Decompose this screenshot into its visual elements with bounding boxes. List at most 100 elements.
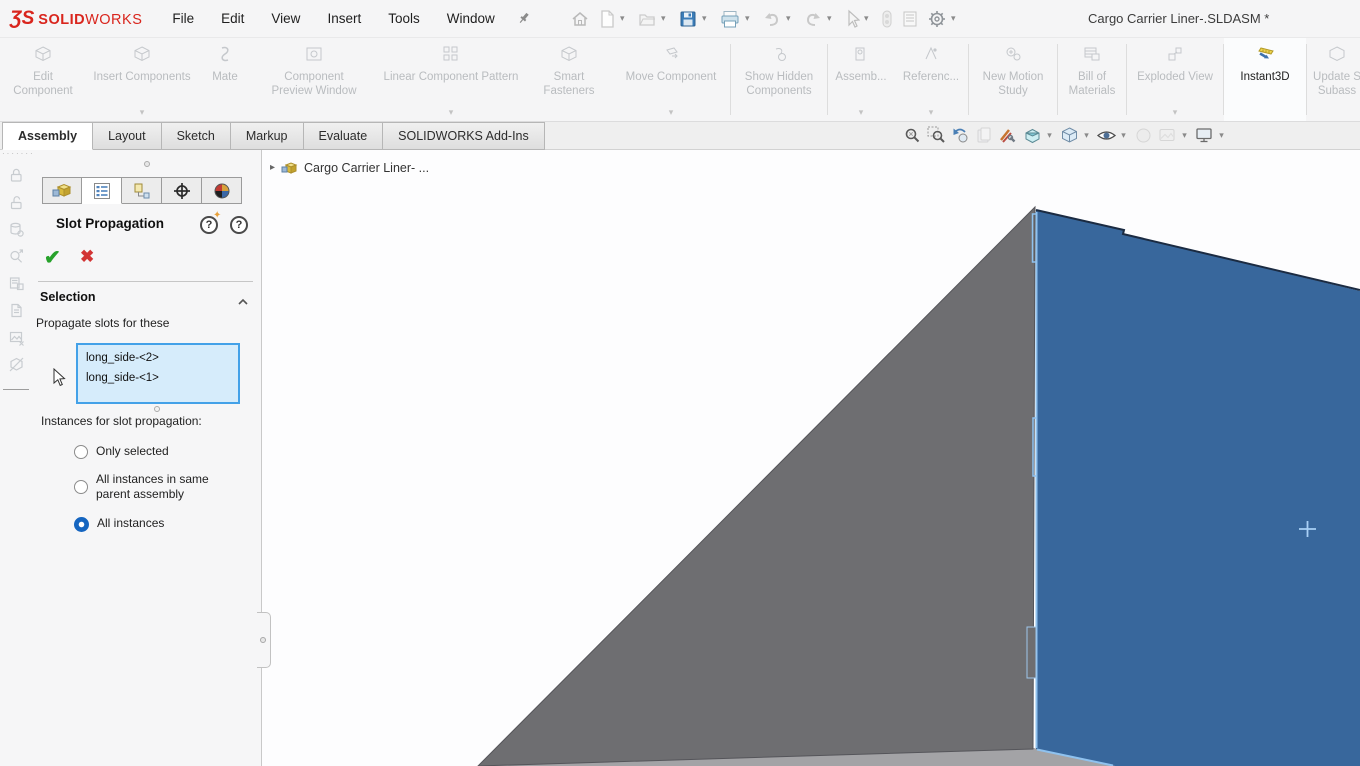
select-button[interactable]	[844, 9, 860, 29]
tab-solidworks-add-ins[interactable]: SOLIDWORKS Add-Ins	[383, 122, 545, 150]
lock-icon[interactable]	[8, 167, 25, 184]
radio-only-selected[interactable]: Only selected	[74, 444, 169, 459]
tab-sketch[interactable]: Sketch	[162, 122, 231, 150]
redo-button[interactable]	[803, 10, 823, 28]
model-selected-face-blue[interactable]	[1036, 210, 1360, 766]
menu-tools[interactable]: Tools	[388, 11, 420, 26]
display-style-button[interactable]	[1096, 125, 1117, 146]
ribbon-move-component[interactable]: Move Component ▾	[612, 38, 730, 121]
tab-feature-manager[interactable]	[42, 177, 82, 204]
ribbon-linear-component-pattern[interactable]: Linear Component Pattern ▾	[376, 38, 526, 121]
dropdown-arrow[interactable]: ▾	[449, 108, 454, 117]
3d-model-canvas[interactable]	[262, 150, 1360, 766]
unlock-icon[interactable]	[8, 194, 25, 211]
panel-resize-dot[interactable]	[144, 161, 150, 167]
print-dropdown-arrow[interactable]: ▾	[743, 13, 752, 24]
select-dropdown-arrow[interactable]: ▾	[862, 13, 871, 24]
ribbon-edit-component[interactable]: EditComponent	[0, 38, 86, 121]
radio-circle[interactable]	[74, 480, 88, 494]
ok-button[interactable]: ✔	[44, 245, 61, 270]
tab-display-manager[interactable]	[202, 177, 242, 204]
database-options-icon[interactable]	[8, 221, 25, 238]
section-view-button[interactable]	[1022, 125, 1043, 146]
radio-circle[interactable]	[74, 445, 88, 459]
ribbon-component-preview-window[interactable]: ComponentPreview Window	[252, 38, 376, 121]
tab-property-manager[interactable]	[82, 177, 122, 204]
ribbon-reference-geometry[interactable]: Referenc... ▾	[894, 38, 968, 121]
menu-edit[interactable]: Edit	[221, 11, 244, 26]
home-button[interactable]	[570, 9, 590, 29]
ribbon-smart-fasteners[interactable]: SmartFasteners	[526, 38, 612, 121]
previous-view-button[interactable]	[950, 125, 971, 146]
open-button[interactable]	[637, 9, 657, 29]
expand-arrow-icon[interactable]: ▸	[270, 162, 275, 173]
tab-evaluate[interactable]: Evaluate	[304, 122, 384, 150]
list-item[interactable]: long_side-<1>	[78, 368, 238, 388]
view-orientation-button[interactable]	[1059, 125, 1080, 146]
tab-assembly[interactable]: Assembly	[2, 122, 93, 150]
dropdown-arrow[interactable]: ▾	[929, 108, 934, 117]
tab-layout[interactable]: Layout	[93, 122, 162, 150]
dropdown-arrow[interactable]: ▾	[140, 108, 145, 117]
graphics-viewport[interactable]: ▸ Cargo Carrier Liner- ...	[262, 150, 1360, 766]
rebuild-button[interactable]	[881, 9, 893, 29]
breadcrumb[interactable]: ▸ Cargo Carrier Liner- ...	[270, 160, 429, 175]
cancel-button[interactable]: ✖	[80, 247, 94, 267]
apply-scene-button[interactable]	[1157, 125, 1178, 146]
undo-button[interactable]	[762, 10, 782, 28]
ribbon-insert-components[interactable]: Insert Components ▾	[86, 38, 198, 121]
tab-configuration-manager[interactable]	[122, 177, 162, 204]
display-style-dropdown-arrow[interactable]: ▾	[1119, 130, 1128, 141]
section-view-dropdown-arrow[interactable]: ▾	[1045, 130, 1054, 141]
radio-circle-selected[interactable]	[74, 517, 89, 532]
hide-all-types-icon[interactable]	[8, 356, 25, 373]
evaluate-tools-icon[interactable]	[8, 275, 25, 292]
tab-markup[interactable]: Markup	[231, 122, 304, 150]
new-dropdown-arrow[interactable]: ▾	[618, 13, 627, 24]
apply-scene-dropdown-arrow[interactable]: ▾	[1180, 130, 1189, 141]
view-settings-button[interactable]	[1194, 125, 1215, 146]
options-dropdown-arrow[interactable]: ▾	[949, 13, 958, 24]
dropdown-arrow[interactable]: ▾	[669, 108, 674, 117]
options-button[interactable]	[927, 9, 947, 29]
hide-show-items-button[interactable]	[1133, 125, 1154, 146]
view-settings-dropdown-arrow[interactable]: ▾	[1217, 130, 1226, 141]
dropdown-arrow[interactable]: ▾	[859, 108, 864, 117]
tab-dimxpert-manager[interactable]	[162, 177, 202, 204]
listbox-resize-dot[interactable]	[154, 406, 160, 412]
pin-menu-button[interactable]	[517, 11, 532, 26]
view-orientation-dropdown-arrow[interactable]: ▾	[1082, 130, 1091, 141]
menu-insert[interactable]: Insert	[327, 11, 361, 26]
edit-appearance-button[interactable]	[998, 125, 1019, 146]
panel-splitter-handle[interactable]	[257, 612, 271, 668]
whats-new-help-button[interactable]: ?	[200, 216, 218, 234]
list-item[interactable]: long_side-<2>	[78, 348, 238, 368]
open-dropdown-arrow[interactable]: ▾	[659, 13, 668, 24]
redo-dropdown-arrow[interactable]: ▾	[825, 13, 834, 24]
search-icon[interactable]	[8, 248, 25, 265]
new-document-button[interactable]	[598, 9, 616, 29]
dropdown-arrow[interactable]: ▾	[1173, 108, 1178, 117]
model-side-face-gray[interactable]	[478, 207, 1035, 766]
help-button[interactable]: ?	[230, 216, 248, 234]
strip-grip-handle[interactable]: ·······	[2, 151, 35, 157]
save-button[interactable]	[678, 9, 698, 29]
ribbon-bill-of-materials[interactable]: Bill ofMaterials	[1058, 38, 1126, 121]
save-dropdown-arrow[interactable]: ▾	[700, 13, 709, 24]
document-properties-icon[interactable]	[8, 302, 25, 319]
ribbon-instant3d[interactable]: Instant3D	[1224, 38, 1306, 121]
ribbon-new-motion-study[interactable]: New MotionStudy	[969, 38, 1057, 121]
ribbon-mate[interactable]: Mate	[198, 38, 252, 121]
slot-selection-listbox[interactable]: long_side-<2> long_side-<1>	[76, 343, 240, 404]
menu-file[interactable]: File	[172, 11, 194, 26]
file-properties-button[interactable]	[901, 9, 919, 29]
zoom-to-fit-button[interactable]	[902, 125, 923, 146]
print-button[interactable]	[719, 9, 741, 29]
dynamic-annotation-views-button[interactable]	[974, 125, 995, 146]
ribbon-assembly-features[interactable]: Assemb... ▾	[828, 38, 894, 121]
menu-view[interactable]: View	[271, 11, 300, 26]
image-quality-icon[interactable]	[8, 329, 25, 346]
ribbon-update-speedpak-subassemblies[interactable]: Update SSubass	[1307, 38, 1360, 121]
ribbon-show-hidden-components[interactable]: Show HiddenComponents	[731, 38, 827, 121]
radio-all-instances[interactable]: All instances	[74, 516, 164, 532]
